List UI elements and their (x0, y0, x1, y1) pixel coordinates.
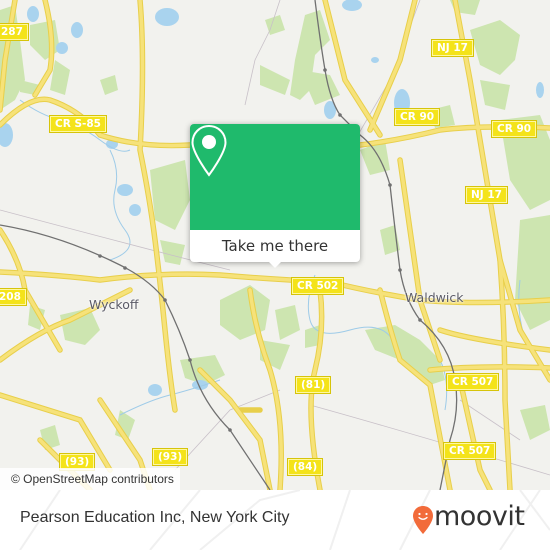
route-shield-cr502: CR 502 (290, 277, 345, 295)
route-shield-cr90-west: CR 90 (393, 108, 441, 126)
route-shield-208: 208 (0, 288, 27, 306)
location-popup: Take me there (190, 124, 360, 268)
route-shield-cr507-south: CR 507 (442, 442, 497, 460)
route-shield-nj17-north: NJ 17 (431, 39, 474, 57)
map[interactable]: 287 CR S-85 NJ 17 CR 90 CR 90 NJ 17 CR 5… (0, 0, 550, 490)
popup-header (190, 124, 360, 230)
moovit-logo-text: moovit (434, 501, 525, 532)
route-shield-81: (81) (294, 376, 332, 394)
map-attribution[interactable]: © OpenStreetMap contributors (0, 468, 180, 490)
route-shield-nj17-south: NJ 17 (465, 186, 508, 204)
route-shield-287: 287 (0, 23, 29, 41)
popup-pointer (267, 260, 283, 268)
location-title: Pearson Education Inc, New York City (20, 509, 290, 526)
take-me-there-button[interactable]: Take me there (190, 230, 360, 262)
route-shield-93-east: (93) (151, 448, 189, 466)
route-shield-cr90-east: CR 90 (490, 120, 538, 138)
map-pin-icon (191, 124, 227, 177)
moovit-pin-icon (413, 506, 433, 534)
place-label-waldwick: Waldwick (405, 290, 464, 305)
route-shield-cr507-north: CR 507 (445, 373, 500, 391)
footer: Pearson Education Inc, New York City moo… (0, 490, 550, 550)
place-label-wyckoff: Wyckoff (89, 297, 139, 312)
route-shield-cr-s85: CR S-85 (49, 115, 107, 133)
route-shield-84: (84) (286, 458, 324, 476)
